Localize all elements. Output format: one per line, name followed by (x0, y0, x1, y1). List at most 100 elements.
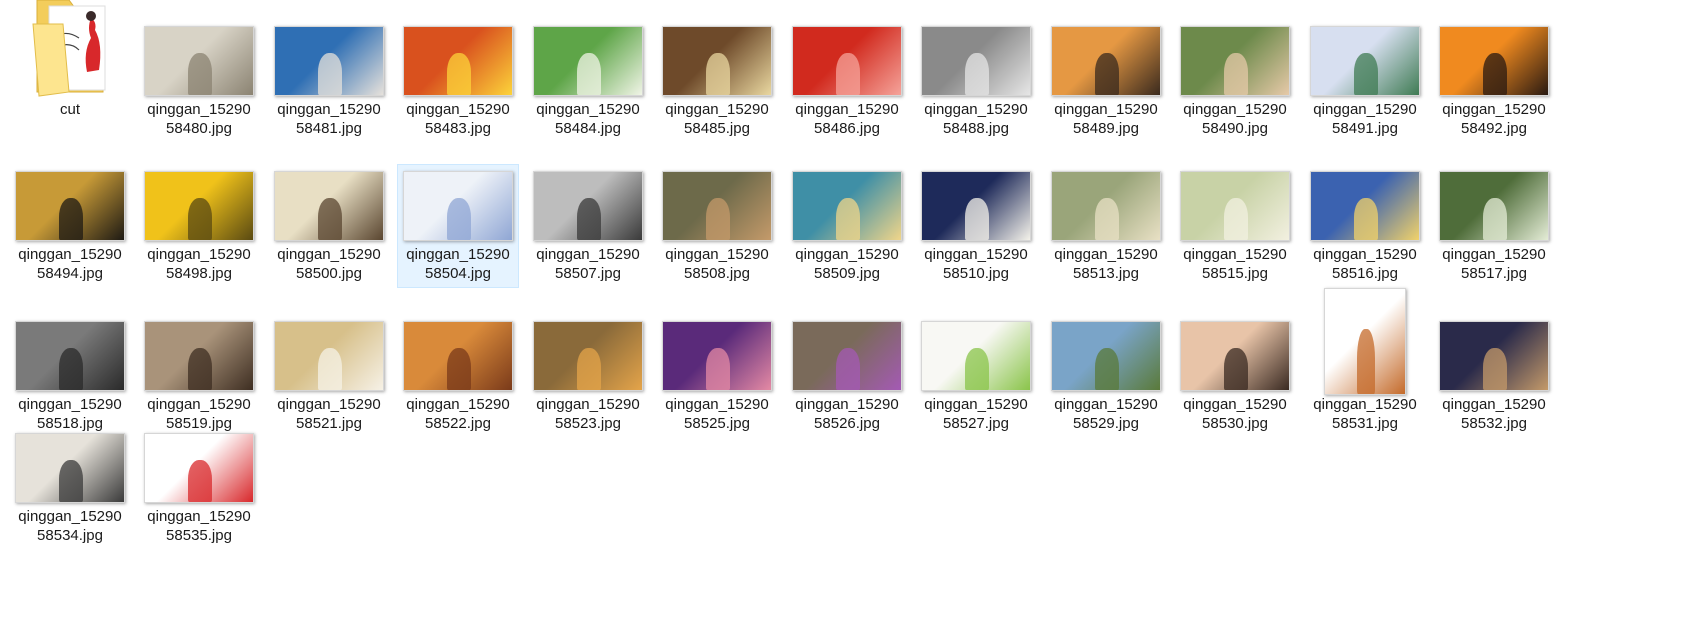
file-name-line1: qinggan_15290 (924, 396, 1028, 413)
file-name-line2: 58529.jpg (1073, 415, 1139, 432)
thumbnail-subject (836, 197, 860, 240)
file-item[interactable]: qinggan_15290 58498.jpg (139, 165, 259, 287)
file-name-line1: qinggan_15290 (1313, 101, 1417, 118)
thumbnail-area (1434, 315, 1554, 395)
image-thumbnail (1324, 288, 1406, 395)
image-thumbnail (1310, 26, 1420, 96)
file-name-label: qinggan_15290 58480.jpg (139, 100, 259, 138)
file-name-line1: qinggan_15290 (1054, 101, 1158, 118)
thumbnail-area (139, 427, 259, 507)
file-item[interactable]: qinggan_15290 58490.jpg (1175, 20, 1295, 142)
image-thumbnail (1180, 171, 1290, 241)
image-thumbnail (662, 26, 772, 96)
file-item[interactable]: qinggan_15290 58485.jpg (657, 20, 777, 142)
thumbnail-subject (1095, 197, 1119, 240)
folder-thumb-area (10, 0, 130, 100)
file-name-line1: qinggan_15290 (536, 101, 640, 118)
file-item[interactable]: qinggan_15290 58517.jpg (1434, 165, 1554, 287)
file-name-line1: qinggan_15290 (406, 396, 510, 413)
file-item[interactable]: qinggan_15290 58481.jpg (269, 20, 389, 142)
thumbnail-area (1046, 165, 1166, 245)
folder-item-cut[interactable]: cut (10, 0, 130, 142)
image-thumbnail (1180, 26, 1290, 96)
thumbnail-subject (1224, 52, 1248, 95)
image-thumbnail (403, 321, 513, 391)
image-thumbnail (274, 26, 384, 96)
thumbnail-area (657, 315, 777, 395)
image-thumbnail (533, 26, 643, 96)
thumbnail-area (10, 427, 130, 507)
file-name-line1: qinggan_15290 (277, 246, 381, 263)
thumbnail-subject (318, 52, 342, 95)
file-item[interactable]: qinggan_15290 58507.jpg (528, 165, 648, 287)
thumbnail-area (1175, 165, 1295, 245)
file-name-line2: 58480.jpg (166, 120, 232, 137)
file-item[interactable]: qinggan_15290 58525.jpg (657, 315, 777, 437)
thumbnail-area (139, 165, 259, 245)
file-item[interactable]: qinggan_15290 58510.jpg (916, 165, 1036, 287)
thumbnail-area (528, 20, 648, 100)
file-item[interactable]: qinggan_15290 58504.jpg (397, 164, 519, 288)
file-name-label: qinggan_15290 58526.jpg (787, 395, 907, 433)
file-item[interactable]: qinggan_15290 58516.jpg (1305, 165, 1425, 287)
file-item[interactable]: qinggan_15290 58523.jpg (528, 315, 648, 437)
file-item[interactable]: qinggan_15290 58515.jpg (1175, 165, 1295, 287)
image-thumbnail (144, 26, 254, 96)
thumbnail-subject (59, 197, 83, 240)
file-item[interactable]: qinggan_15290 58519.jpg (139, 315, 259, 437)
file-name-line2: 58531.jpg (1332, 415, 1398, 432)
file-item[interactable]: qinggan_15290 58509.jpg (787, 165, 907, 287)
file-name-line1: qinggan_15290 (1313, 246, 1417, 263)
file-name-line1: qinggan_15290 (795, 101, 899, 118)
file-name-line2: 58486.jpg (814, 120, 880, 137)
thumbnail-subject (1354, 52, 1378, 95)
file-item[interactable]: qinggan_15290 58526.jpg (787, 315, 907, 437)
thumbnail-area (269, 315, 389, 395)
image-thumbnail (1439, 26, 1549, 96)
file-item[interactable]: qinggan_15290 58522.jpg (398, 315, 518, 437)
thumbnail-subject (965, 197, 989, 240)
file-item[interactable]: qinggan_15290 58500.jpg (269, 165, 389, 287)
file-name-label: qinggan_15290 58500.jpg (269, 245, 389, 283)
file-name-line1: qinggan_15290 (18, 396, 122, 413)
file-name-line2: 58491.jpg (1332, 120, 1398, 137)
image-thumbnail (274, 171, 384, 241)
thumbnail-subject (965, 52, 989, 95)
file-item[interactable]: qinggan_15290 58531.jpg (1305, 288, 1425, 437)
file-item[interactable]: qinggan_15290 58534.jpg (10, 427, 130, 549)
file-item[interactable]: qinggan_15290 58488.jpg (916, 20, 1036, 142)
file-name-line1: qinggan_15290 (1054, 246, 1158, 263)
image-thumbnail (15, 321, 125, 391)
file-item[interactable]: qinggan_15290 58489.jpg (1046, 20, 1166, 142)
file-item[interactable]: qinggan_15290 58529.jpg (1046, 315, 1166, 437)
thumbnail-subject (59, 347, 83, 390)
image-thumbnail (921, 171, 1031, 241)
file-item[interactable]: qinggan_15290 58480.jpg (139, 20, 259, 142)
file-name-line2: 58530.jpg (1202, 415, 1268, 432)
file-item[interactable]: qinggan_15290 58532.jpg (1434, 315, 1554, 437)
file-name-line1: qinggan_15290 (147, 101, 251, 118)
thumbnail-area (1305, 20, 1425, 100)
image-thumbnail (144, 433, 254, 503)
file-item[interactable]: qinggan_15290 58518.jpg (10, 315, 130, 437)
file-item[interactable]: qinggan_15290 58491.jpg (1305, 20, 1425, 142)
folder-icon (32, 0, 106, 97)
image-thumbnail (662, 171, 772, 241)
file-item[interactable]: qinggan_15290 58483.jpg (398, 20, 518, 142)
file-item[interactable]: qinggan_15290 58513.jpg (1046, 165, 1166, 287)
file-item[interactable]: qinggan_15290 58492.jpg (1434, 20, 1554, 142)
file-item[interactable]: qinggan_15290 58494.jpg (10, 165, 130, 287)
thumbnail-subject (577, 197, 601, 240)
file-name-line1: qinggan_15290 (147, 246, 251, 263)
file-name-line2: 58527.jpg (943, 415, 1009, 432)
file-item[interactable]: qinggan_15290 58530.jpg (1175, 315, 1295, 437)
thumbnail-area (528, 165, 648, 245)
file-item[interactable]: qinggan_15290 58527.jpg (916, 315, 1036, 437)
file-item[interactable]: qinggan_15290 58508.jpg (657, 165, 777, 287)
file-item[interactable]: qinggan_15290 58484.jpg (528, 20, 648, 142)
file-name-label: qinggan_15290 58521.jpg (269, 395, 389, 433)
file-item[interactable]: qinggan_15290 58535.jpg (139, 427, 259, 549)
file-item[interactable]: qinggan_15290 58486.jpg (787, 20, 907, 142)
file-item[interactable]: qinggan_15290 58521.jpg (269, 315, 389, 437)
file-name-line1: qinggan_15290 (924, 246, 1028, 263)
